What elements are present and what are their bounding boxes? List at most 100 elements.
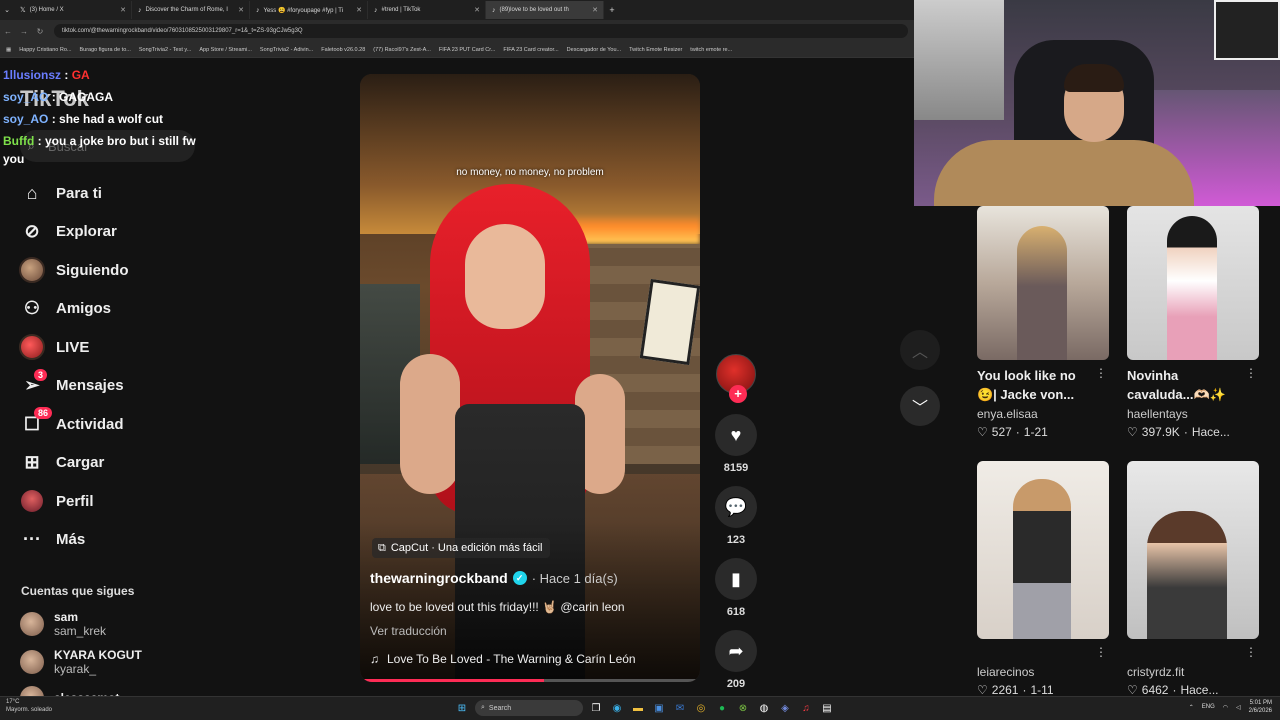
sidebar-item-mas[interactable]: ··· Más — [18, 521, 198, 560]
sidebar-item-mensajes[interactable]: ➢ 3 Mensajes — [18, 367, 198, 406]
video-music[interactable]: ♫ Love To Be Loved - The Warning & Carín … — [370, 652, 636, 666]
next-video-button[interactable]: ﹀ — [900, 386, 940, 426]
following-account[interactable]: sam sam_krek — [20, 610, 106, 638]
video-thumbnail[interactable] — [1127, 206, 1259, 360]
bookmark-item[interactable]: SongTrivia2 - Test y... — [139, 47, 191, 53]
obs-icon[interactable]: ◍ — [756, 700, 772, 716]
webcam-overlay — [914, 0, 1280, 206]
reload-icon[interactable]: ↻ — [32, 27, 48, 36]
bookmark-item[interactable]: FIFA 23 Card creator... — [503, 47, 558, 53]
card-username[interactable]: cristyrdz.fit — [1127, 665, 1259, 679]
recommended-card[interactable]: You look like no 😉| Jacke von... ⋮ enya.e… — [977, 206, 1109, 439]
bookmark-item[interactable]: SongTrivia2 - Adivin... — [260, 47, 313, 53]
recommended-card[interactable]: ⋮ leiarecinos ♡ 2261 · 1-11 — [977, 461, 1109, 697]
video-progress-bar[interactable] — [360, 679, 700, 682]
bookmark-item[interactable]: (77) Racol97's Zest-A... — [373, 47, 431, 53]
more-options-icon[interactable]: ⋮ — [1245, 645, 1257, 659]
recommended-card[interactable]: ⋮ cristyrdz.fit ♡ 6462 · Hace... — [1127, 461, 1259, 697]
bookmark-item[interactable]: twitch emote re... — [690, 47, 732, 53]
xbox-icon[interactable]: ⊗ — [735, 700, 751, 716]
sidebar-item-actividad[interactable]: ☐ 86 Actividad — [18, 405, 198, 444]
card-username[interactable]: enya.elisaa — [977, 407, 1109, 421]
chevron-up-icon[interactable]: ⌃ — [1189, 704, 1194, 711]
close-icon[interactable]: ✕ — [356, 6, 362, 14]
sidebar-item-explorar[interactable]: ⊘ Explorar — [18, 213, 198, 252]
close-icon[interactable]: ✕ — [592, 6, 598, 14]
home-icon: ⌂ — [26, 182, 38, 203]
recommended-card[interactable]: Novinha cavaluda...🫶🏻✨ ⋮ haellentays ♡ 397… — [1127, 206, 1259, 439]
close-icon[interactable]: ✕ — [120, 6, 126, 14]
sidebar-item-para-ti[interactable]: ⌂ Para ti — [18, 174, 198, 213]
taskbar-search[interactable]: ⌕ Search — [475, 700, 583, 716]
bookmark-item[interactable]: Faletoob v26.0.28 — [321, 47, 365, 53]
video-thumbnail[interactable] — [977, 206, 1109, 360]
capcut-tag[interactable]: ⧉ CapCut · Una edición más fácil — [372, 538, 551, 558]
close-icon[interactable]: ✕ — [238, 6, 244, 14]
x-logo-icon: 𝕏 — [20, 7, 26, 14]
chrome-icon[interactable]: ◎ — [693, 700, 709, 716]
card-username[interactable]: leiarecinos — [977, 665, 1109, 679]
heart-icon[interactable]: ♥ — [715, 414, 757, 456]
browser-tab-active[interactable]: ♪ (89)love to be loved out th ✕ — [486, 1, 604, 19]
verified-icon: ✓ — [512, 571, 527, 585]
previous-video-button[interactable]: ︿ — [900, 330, 940, 370]
card-title[interactable]: Novinha cavaluda...🫶🏻✨ — [1127, 366, 1247, 404]
sidebar-item-perfil[interactable]: Perfil — [18, 482, 198, 521]
file-explorer-icon[interactable]: ▬ — [630, 700, 646, 716]
sidebar-item-live[interactable]: LIVE — [18, 328, 198, 367]
spotify-icon[interactable]: ● — [714, 700, 730, 716]
bookmark-item[interactable]: Descargador de You... — [567, 47, 621, 53]
video-author[interactable]: thewarningrockband ✓ · Hace 1 día(s) — [370, 570, 618, 586]
card-title[interactable]: You look like no 😉| Jacke von... — [977, 366, 1097, 404]
bookmark-item[interactable]: Twitch Emote Resizer — [629, 47, 682, 53]
forward-arrow-icon[interactable]: → — [16, 27, 32, 36]
mail-icon[interactable]: ✉ — [672, 700, 688, 716]
tab-menu-button[interactable]: ⌄ — [0, 6, 14, 14]
browser-tab[interactable]: ♪ #trend | TikTok ✕ — [368, 1, 486, 19]
follow-plus-icon[interactable]: + — [729, 385, 747, 403]
comment-icon[interactable]: 💬 — [715, 486, 757, 528]
discord-icon[interactable]: ◈ — [777, 700, 793, 716]
music-app-icon[interactable]: ♫ — [798, 700, 814, 716]
edge-icon[interactable]: ◉ — [609, 700, 625, 716]
more-options-icon[interactable]: ⋮ — [1245, 366, 1257, 380]
bookmark-item[interactable]: Happy Cristiano Ro... — [19, 47, 71, 53]
more-options-icon[interactable]: ⋮ — [1095, 645, 1107, 659]
start-icon[interactable]: ⊞ — [454, 700, 470, 716]
task-view-icon[interactable]: ❐ — [588, 700, 604, 716]
bookmark-item[interactable]: FIFA 23 PUT Card Cr... — [439, 47, 495, 53]
new-tab-button[interactable]: + — [604, 5, 620, 15]
creator-avatar[interactable]: + — [716, 354, 756, 403]
bookmark-item[interactable]: Burago figura de to... — [79, 47, 130, 53]
app-icon[interactable]: ▤ — [819, 700, 835, 716]
see-translation-link[interactable]: Ver traducción — [370, 624, 447, 638]
browser-tab[interactable]: 𝕏 (3) Home / X ✕ — [14, 1, 132, 19]
like-count: 8159 — [723, 462, 749, 474]
video-player[interactable]: no money, no money, no problem ⧉ CapCut ·… — [360, 74, 700, 682]
url-input[interactable]: tiktok.com/@thewarningrockband/video/760… — [54, 24, 908, 38]
volume-icon[interactable]: ◁ — [1236, 704, 1241, 711]
wifi-icon[interactable]: ◠ — [1223, 704, 1228, 711]
back-arrow-icon[interactable]: ← — [0, 27, 16, 36]
video-thumbnail[interactable] — [1127, 461, 1259, 639]
language-indicator[interactable]: ENG — [1202, 704, 1215, 710]
following-account[interactable]: KYARA KOGUT kyarak_ — [20, 648, 142, 676]
chat-message: 1llusionsz : GA — [3, 68, 90, 82]
apps-grid-icon[interactable]: ▦ — [6, 47, 11, 53]
bookmark-icon[interactable]: ▮ — [715, 558, 757, 600]
browser-tab[interactable]: ♪ Yess 😩 #foryoupage #fyp | Ti ✕ — [250, 1, 368, 19]
card-username[interactable]: haellentays — [1127, 407, 1259, 421]
sidebar-item-cargar[interactable]: ⊞ Cargar — [18, 444, 198, 483]
weather-widget[interactable]: 17°C Mayorm. soleado — [6, 698, 52, 714]
sidebar-item-amigos[interactable]: ⚇ Amigos — [18, 290, 198, 329]
clock[interactable]: 5:01 PM 2/6/2026 — [1249, 699, 1272, 715]
store-icon[interactable]: ▣ — [651, 700, 667, 716]
bookmark-item[interactable]: App Store / Streami... — [199, 47, 252, 53]
browser-tab[interactable]: ♪ Discover the Charm of Rome, I ✕ — [132, 1, 250, 19]
more-options-icon[interactable]: ⋮ — [1095, 366, 1107, 380]
sidebar-item-siguiendo[interactable]: Siguiendo — [18, 251, 198, 290]
card-likes: ♡ 2261 · 1-11 — [977, 683, 1054, 697]
close-icon[interactable]: ✕ — [474, 6, 480, 14]
video-thumbnail[interactable] — [977, 461, 1109, 639]
share-icon[interactable]: ➦ — [715, 630, 757, 672]
